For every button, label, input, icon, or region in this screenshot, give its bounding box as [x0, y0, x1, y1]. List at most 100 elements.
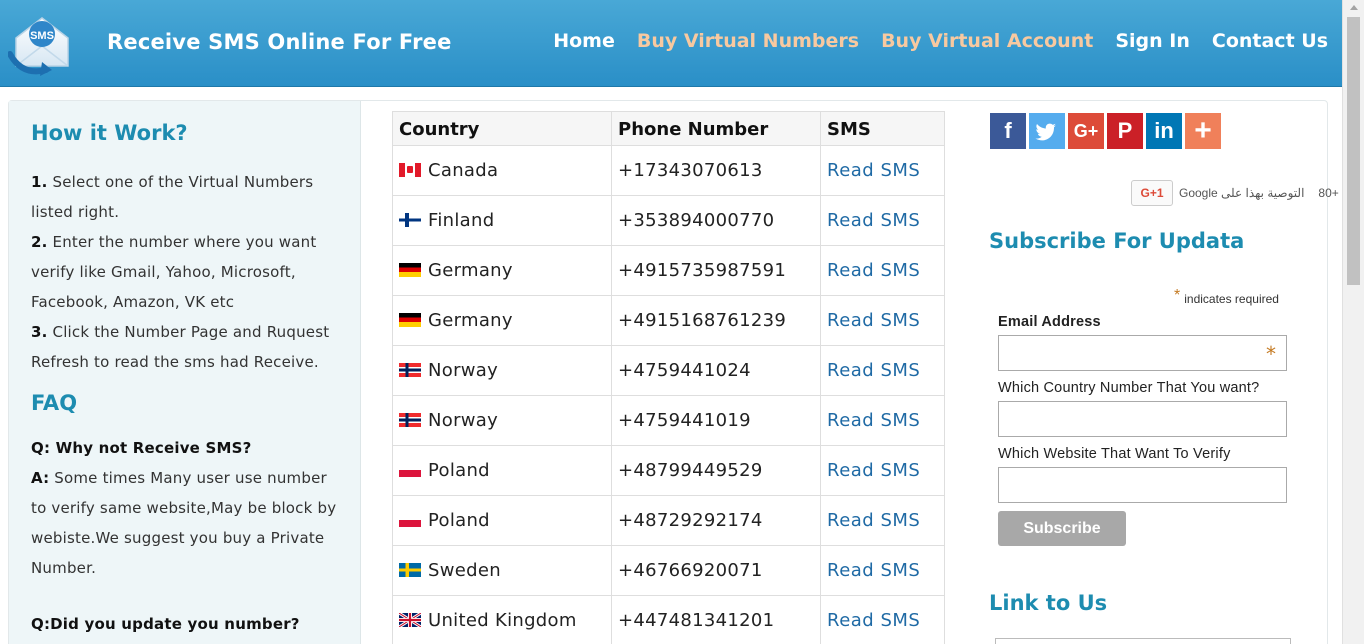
read-sms-link[interactable]: Read SMS	[827, 560, 920, 581]
norway-flag-icon	[399, 363, 421, 377]
country-cell: Finland	[392, 195, 612, 246]
read-sms-cell: Read SMS	[820, 295, 945, 346]
phone-cell: +46766920071	[611, 545, 821, 596]
nav-buy-virtual-numbers[interactable]: Buy Virtual Numbers	[637, 30, 859, 52]
step-1: 1. Select one of the Virtual Numbers lis…	[31, 173, 314, 221]
twitter-icon[interactable]	[1029, 113, 1065, 149]
read-sms-link[interactable]: Read SMS	[827, 210, 920, 231]
phone-cell: +447481341201	[611, 595, 821, 644]
how-it-works-sidebar: How it Work? 1. Select one of the Virtua…	[9, 101, 361, 644]
required-asterisk-icon: *	[1266, 342, 1276, 366]
site-title[interactable]: Receive SMS Online For Free	[107, 30, 452, 54]
scroll-up-arrow-icon[interactable]	[1350, 5, 1358, 10]
read-sms-link[interactable]: Read SMS	[827, 610, 920, 631]
read-sms-link[interactable]: Read SMS	[827, 510, 920, 531]
poland-flag-icon	[399, 463, 421, 477]
pinterest-icon[interactable]: P	[1107, 113, 1143, 149]
page-scrollbar[interactable]	[1342, 0, 1364, 644]
read-sms-cell: Read SMS	[820, 345, 945, 396]
table-row: Germany +4915168761239 Read SMS	[392, 295, 945, 346]
country-cell: Germany	[392, 295, 612, 346]
link-to-us-heading: Link to Us	[989, 591, 1108, 615]
how-it-work-heading: How it Work?	[31, 121, 188, 145]
faq-answer-1: A: Some times Many user use number to ve…	[31, 469, 337, 577]
read-sms-cell: Read SMS	[820, 445, 945, 496]
phone-cell: +4915735987591	[611, 245, 821, 296]
read-sms-cell: Read SMS	[820, 495, 945, 546]
read-sms-cell: Read SMS	[820, 245, 945, 296]
link-code-box[interactable]	[995, 638, 1291, 644]
country-cell: Poland	[392, 445, 612, 496]
table-row: Canada +17343070613 Read SMS	[392, 145, 945, 196]
read-sms-cell: Read SMS	[820, 195, 945, 246]
canada-flag-icon	[399, 163, 421, 177]
sweden-flag-icon	[399, 563, 421, 577]
poland-flag-icon	[399, 513, 421, 527]
numbers-table: Country Phone Number SMS Canada +1734307…	[392, 111, 945, 644]
phone-cell: +353894000770	[611, 195, 821, 246]
read-sms-cell: Read SMS	[820, 595, 945, 644]
phone-cell: +48799449529	[611, 445, 821, 496]
phone-column-header: Phone Number	[611, 111, 821, 146]
nav-buy-virtual-account[interactable]: Buy Virtual Account	[881, 30, 1093, 52]
read-sms-link[interactable]: Read SMS	[827, 410, 920, 431]
read-sms-link[interactable]: Read SMS	[827, 260, 920, 281]
scroll-thumb[interactable]	[1347, 17, 1360, 285]
table-row: Poland +48729292174 Read SMS	[392, 495, 945, 546]
norway-flag-icon	[399, 413, 421, 427]
germany-flag-icon	[399, 263, 421, 277]
step-2: 2. Enter the number where you want verif…	[31, 233, 317, 311]
nav-home[interactable]: Home	[553, 30, 615, 52]
country-cell: Sweden	[392, 545, 612, 596]
faq-question-1: Q: Why not Receive SMS?	[31, 439, 252, 457]
phone-cell: +4759441024	[611, 345, 821, 396]
required-note: * indicates required	[1174, 287, 1279, 306]
country-number-label: Which Country Number That You want?	[998, 380, 1260, 396]
sms-envelope-logo-icon[interactable]: SMS	[8, 10, 76, 78]
read-sms-link[interactable]: Read SMS	[827, 310, 920, 331]
social-share-bar: f G+ P in +	[990, 113, 1221, 149]
google-plus-count: 80+	[1318, 186, 1339, 200]
country-cell: Poland	[392, 495, 612, 546]
table-row: United Kingdom +447481341201 Read SMS	[392, 595, 945, 644]
read-sms-link[interactable]: Read SMS	[827, 460, 920, 481]
country-cell: Norway	[392, 345, 612, 396]
sms-column-header: SMS	[820, 111, 945, 146]
subscribe-button[interactable]: Subscribe	[998, 511, 1126, 546]
linkedin-icon[interactable]: in	[1146, 113, 1182, 149]
table-row: Sweden +46766920071 Read SMS	[392, 545, 945, 596]
country-cell: United Kingdom	[392, 595, 612, 644]
country-number-field[interactable]	[998, 401, 1287, 437]
phone-cell: +4759441019	[611, 395, 821, 446]
email-label: Email Address	[998, 314, 1101, 330]
table-header-row: Country Phone Number SMS	[392, 111, 945, 146]
google-plus-text: التوصية بهذا على Google	[1179, 186, 1305, 200]
content-container: How it Work? 1. Select one of the Virtua…	[8, 100, 1339, 644]
country-cell: Germany	[392, 245, 612, 296]
share-more-icon[interactable]: +	[1185, 113, 1221, 149]
required-asterisk-icon: *	[1174, 287, 1181, 304]
country-cell: Norway	[392, 395, 612, 446]
phone-cell: +4915168761239	[611, 295, 821, 346]
website-field[interactable]	[998, 467, 1287, 503]
google-plus-one-button[interactable]: G+1	[1131, 180, 1173, 206]
read-sms-cell: Read SMS	[820, 545, 945, 596]
facebook-icon[interactable]: f	[990, 113, 1026, 149]
step-3: 3. Click the Number Page and Ruquest Ref…	[31, 323, 330, 371]
google-plus-icon[interactable]: G+	[1068, 113, 1104, 149]
uk-flag-icon	[399, 613, 421, 627]
table-row: Norway +4759441019 Read SMS	[392, 395, 945, 446]
nav-sign-in[interactable]: Sign In	[1115, 30, 1190, 52]
email-field[interactable]: *	[998, 335, 1287, 371]
read-sms-cell: Read SMS	[820, 145, 945, 196]
site-header: SMS Receive SMS Online For Free Home Buy…	[0, 0, 1342, 87]
faq-heading: FAQ	[31, 391, 78, 415]
website-label: Which Website That Want To Verify	[998, 446, 1231, 462]
read-sms-link[interactable]: Read SMS	[827, 160, 920, 181]
main-nav: Home Buy Virtual Numbers Buy Virtual Acc…	[553, 30, 1328, 52]
phone-cell: +17343070613	[611, 145, 821, 196]
finland-flag-icon	[399, 213, 421, 227]
country-column-header: Country	[392, 111, 612, 146]
nav-contact-us[interactable]: Contact Us	[1212, 30, 1328, 52]
read-sms-link[interactable]: Read SMS	[827, 360, 920, 381]
